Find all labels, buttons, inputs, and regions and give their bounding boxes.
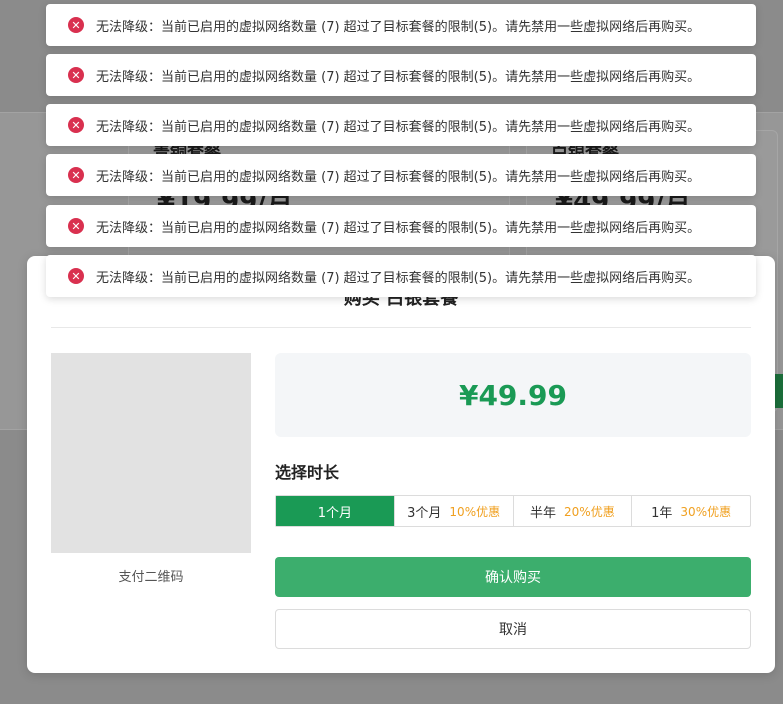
price-display: ¥49.99 [275,353,751,437]
toast-message: 无法降级：当前已启用的虚拟网络数量 (7) 超过了目标套餐的限制(5)。请先禁用… [96,220,701,236]
toast-message: 无法降级：当前已启用的虚拟网络数量 (7) 超过了目标套餐的限制(5)。请先禁用… [96,69,701,85]
error-toast: ✕ 无法降级：当前已启用的虚拟网络数量 (7) 超过了目标套餐的限制(5)。请先… [46,104,756,146]
error-icon: ✕ [68,17,84,33]
toast-message: 无法降级：当前已启用的虚拟网络数量 (7) 超过了目标套餐的限制(5)。请先禁用… [96,119,701,135]
modal-divider [51,327,751,328]
qr-code-label: 支付二维码 [118,570,184,585]
toast-message: 无法降级：当前已启用的虚拟网络数量 (7) 超过了目标套餐的限制(5)。请先禁用… [96,169,701,185]
duration-option-1-year[interactable]: 1年 30%优惠 [631,496,750,526]
payment-qr-code [51,353,251,553]
purchase-modal: 购买 白银套餐 支付二维码 ¥49.99 选择时长 1个月 3个月 10%优惠 … [27,256,775,673]
duration-discount-badge: 10%优惠 [449,504,501,519]
error-toast: ✕ 无法降级：当前已启用的虚拟网络数量 (7) 超过了目标套餐的限制(5)。请先… [46,255,756,297]
duration-option-label: 1个月 [317,505,353,521]
error-toast: ✕ 无法降级：当前已启用的虚拟网络数量 (7) 超过了目标套餐的限制(5)。请先… [46,154,756,196]
cancel-button[interactable]: 取消 [275,609,751,649]
duration-option-1-month[interactable]: 1个月 [276,496,394,526]
error-toast: ✕ 无法降级：当前已启用的虚拟网络数量 (7) 超过了目标套餐的限制(5)。请先… [46,205,756,247]
toast-message: 无法降级：当前已启用的虚拟网络数量 (7) 超过了目标套餐的限制(5)。请先禁用… [96,19,701,35]
duration-discount-badge: 20%优惠 [564,504,615,519]
duration-discount-badge: 30%优惠 [680,504,732,519]
error-icon: ✕ [68,167,84,183]
duration-selector: 1个月 3个月 10%优惠 半年 20%优惠 1年 30%优惠 [275,495,751,527]
duration-label: 选择时长 [275,463,340,482]
error-icon: ✕ [68,218,84,234]
confirm-purchase-button[interactable]: 确认购买 [275,557,751,597]
error-icon: ✕ [68,67,84,83]
duration-option-3-months[interactable]: 3个月 10%优惠 [393,496,513,526]
error-toast: ✕ 无法降级：当前已启用的虚拟网络数量 (7) 超过了目标套餐的限制(5)。请先… [46,4,756,46]
error-icon: ✕ [68,268,84,284]
price-amount: ¥49.99 [458,378,568,412]
duration-option-label: 1年 [651,505,673,521]
duration-option-label: 3个月 [407,505,442,521]
duration-option-label: 半年 [530,505,557,521]
error-toast: ✕ 无法降级：当前已启用的虚拟网络数量 (7) 超过了目标套餐的限制(5)。请先… [46,54,756,96]
toast-message: 无法降级：当前已启用的虚拟网络数量 (7) 超过了目标套餐的限制(5)。请先禁用… [96,270,701,286]
duration-option-half-year[interactable]: 半年 20%优惠 [512,496,632,526]
error-icon: ✕ [68,117,84,133]
